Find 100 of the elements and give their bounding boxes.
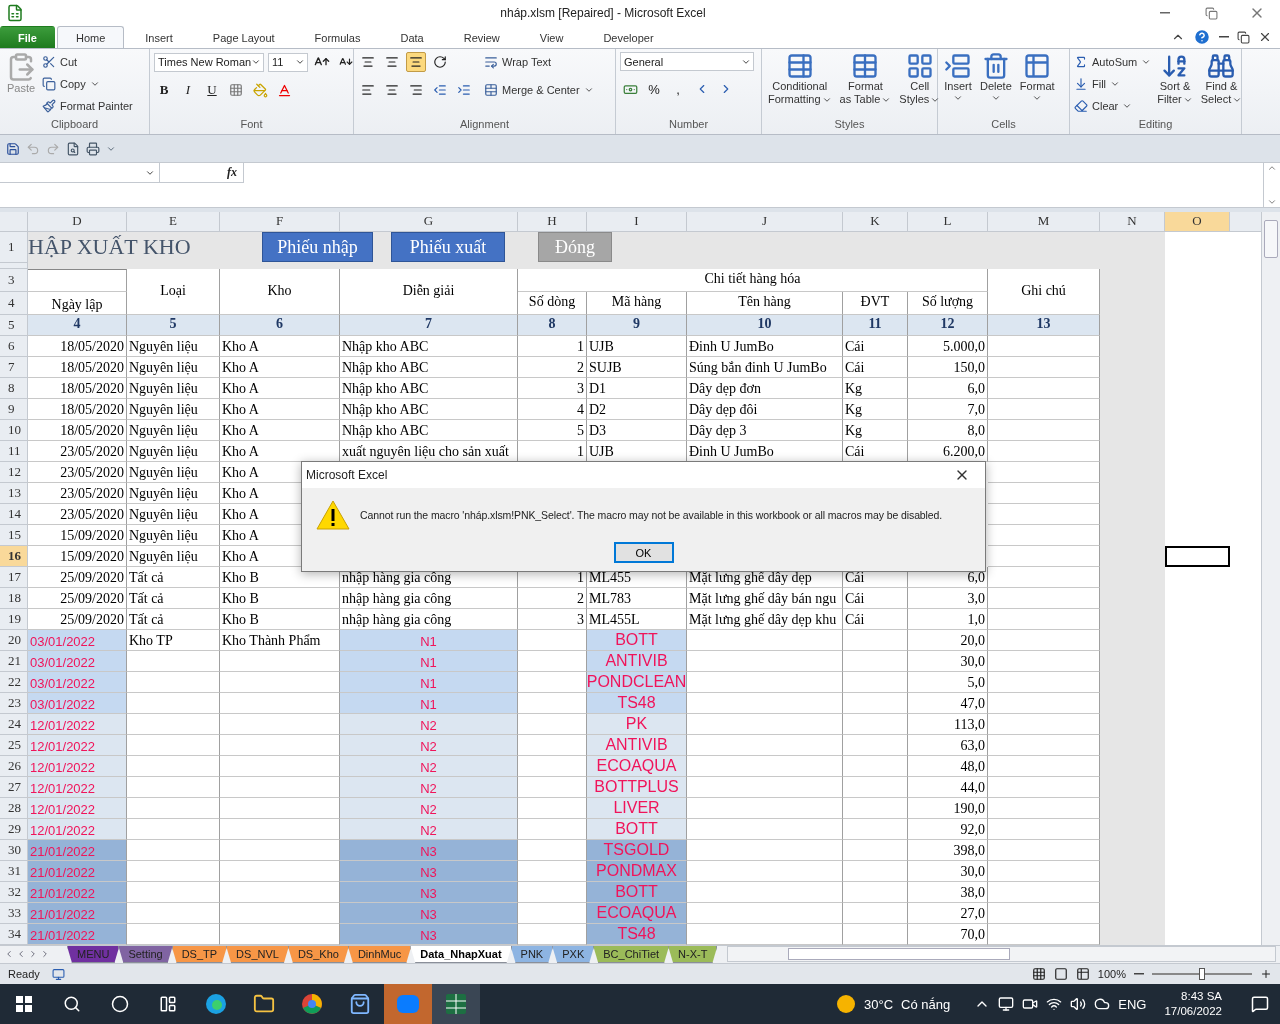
editing-button[interactable]: Sort & Filter: [1155, 52, 1195, 118]
sheet-tab[interactable]: N-X-T: [668, 945, 718, 963]
sheet-tab[interactable]: DS_Kho: [287, 945, 349, 963]
row-header[interactable]: 6: [0, 335, 28, 357]
macro-button[interactable]: Phiếu nhập: [262, 232, 373, 263]
underline-button[interactable]: U: [202, 80, 222, 100]
row-header[interactable]: 16: [0, 545, 28, 567]
row-header[interactable]: 32: [0, 881, 28, 903]
row-header[interactable]: 15: [0, 524, 28, 546]
sheet-tab[interactable]: BC_ChiTiet: [593, 945, 670, 963]
row-header[interactable]: 8: [0, 377, 28, 399]
macro-button[interactable]: Phiếu xuất: [391, 232, 505, 263]
sheet-tab[interactable]: PNK: [510, 945, 554, 963]
row-header[interactable]: 20: [0, 629, 28, 651]
sheet-tab[interactable]: DS_TP: [171, 945, 228, 963]
row-header[interactable]: 17: [0, 566, 28, 588]
editing-button[interactable]: AutoSum: [1074, 52, 1152, 72]
help-icon[interactable]: [1193, 28, 1211, 46]
ribbon-tab[interactable]: Review: [444, 26, 519, 48]
row-header[interactable]: 11: [0, 440, 28, 462]
insert-function-button[interactable]: fx: [227, 165, 237, 181]
font-size-field[interactable]: 11: [268, 52, 308, 72]
column-header[interactable]: G: [340, 211, 518, 232]
column-header[interactable]: L: [908, 211, 988, 232]
clipboard-button[interactable]: Cut: [42, 52, 133, 72]
styles-button[interactable]: Cell Styles: [897, 52, 943, 118]
column-header[interactable]: F: [220, 211, 340, 232]
column-header[interactable]: E: [127, 211, 220, 232]
ribbon-tab[interactable]: Page Layout: [193, 26, 294, 48]
merge-button[interactable]: Merge & Center: [484, 80, 594, 100]
taskbar-app[interactable]: [432, 984, 480, 1024]
sheet-tab[interactable]: DinhMuc: [347, 945, 412, 963]
editing-button[interactable]: Find & Select: [1198, 52, 1245, 118]
ribbon-tab[interactable]: Insert: [126, 26, 192, 48]
row-header[interactable]: 10: [0, 419, 28, 441]
number-style-button[interactable]: ,: [668, 79, 688, 99]
column-header[interactable]: O: [1165, 211, 1230, 232]
row-header[interactable]: 18: [0, 587, 28, 609]
ok-button[interactable]: OK: [613, 542, 674, 563]
row-header[interactable]: 26: [0, 755, 28, 777]
row-header[interactable]: 31: [0, 860, 28, 882]
normal-view-icon: [1031, 967, 1046, 982]
column-header[interactable]: H: [518, 211, 587, 232]
row-header[interactable]: 21: [0, 650, 28, 672]
row-header[interactable]: 14: [0, 503, 28, 525]
column-header[interactable]: N: [1100, 211, 1165, 232]
number-style-button[interactable]: %: [644, 79, 664, 99]
row-header[interactable]: 34: [0, 923, 28, 945]
italic-button[interactable]: I: [178, 80, 198, 100]
zoom-thumb[interactable]: [1199, 968, 1205, 981]
row-header[interactable]: 28: [0, 797, 28, 819]
cells-button[interactable]: Insert: [942, 52, 974, 118]
row-header[interactable]: 29: [0, 818, 28, 840]
sheet-tab[interactable]: DS_NVL: [226, 945, 289, 963]
row-header[interactable]: 5: [0, 314, 28, 336]
vertical-align-button[interactable]: [406, 52, 426, 72]
row-header[interactable]: 25: [0, 734, 28, 756]
ribbon-tab[interactable]: File: [0, 26, 55, 48]
row-header[interactable]: 13: [0, 482, 28, 504]
row-header[interactable]: 30: [0, 839, 28, 861]
column-header[interactable]: D: [28, 211, 127, 232]
selected-cell[interactable]: [1165, 545, 1230, 567]
row-header[interactable]: 4: [0, 291, 28, 315]
ribbon-tab[interactable]: Data: [381, 26, 443, 48]
column-header[interactable]: M: [988, 211, 1100, 232]
cells-button[interactable]: Delete: [978, 52, 1014, 118]
row-header[interactable]: 19: [0, 608, 28, 630]
number-format-field[interactable]: General: [620, 52, 754, 71]
sheet-tab[interactable]: PXK: [552, 945, 595, 963]
ribbon-tab[interactable]: Formulas: [295, 26, 380, 48]
vertical-scrollbar[interactable]: [1261, 211, 1280, 945]
row-header[interactable]: 1: [0, 231, 28, 263]
clipboard-button[interactable]: Copy: [42, 74, 133, 94]
editing-button[interactable]: Clear: [1074, 96, 1152, 116]
wrap-text-button[interactable]: Wrap Text: [484, 52, 594, 72]
row-header[interactable]: 7: [0, 356, 28, 378]
cells-button[interactable]: Format: [1017, 52, 1057, 118]
ribbon-tab[interactable]: Home: [56, 26, 125, 48]
column-header[interactable]: J: [687, 211, 843, 232]
row-header[interactable]: 22: [0, 671, 28, 693]
ribbon-tab[interactable]: View: [520, 26, 583, 48]
row-header[interactable]: 33: [0, 902, 28, 924]
styles-button[interactable]: Conditional Formatting: [766, 52, 834, 118]
editing-button[interactable]: Fill: [1074, 74, 1152, 94]
clipboard-button[interactable]: Format Painter: [42, 96, 133, 116]
language-indicator[interactable]: ENG: [1118, 996, 1147, 1012]
row-header[interactable]: 3: [0, 268, 28, 292]
horizontal-scrollbar[interactable]: [727, 946, 1276, 963]
row-header[interactable]: 27: [0, 776, 28, 798]
row-header[interactable]: 23: [0, 692, 28, 714]
row-header[interactable]: 24: [0, 713, 28, 735]
font-name-field[interactable]: Times New Roman: [154, 52, 264, 72]
row-header[interactable]: 12: [0, 461, 28, 483]
column-header[interactable]: K: [843, 211, 908, 232]
bold-button[interactable]: B: [154, 80, 174, 100]
styles-button[interactable]: Format as Table: [837, 52, 894, 118]
row-header[interactable]: 9: [0, 398, 28, 420]
sheet-tab[interactable]: Data_NhapXuat: [410, 945, 512, 963]
ribbon-tab[interactable]: Developer: [584, 26, 673, 48]
column-header[interactable]: I: [587, 211, 687, 232]
